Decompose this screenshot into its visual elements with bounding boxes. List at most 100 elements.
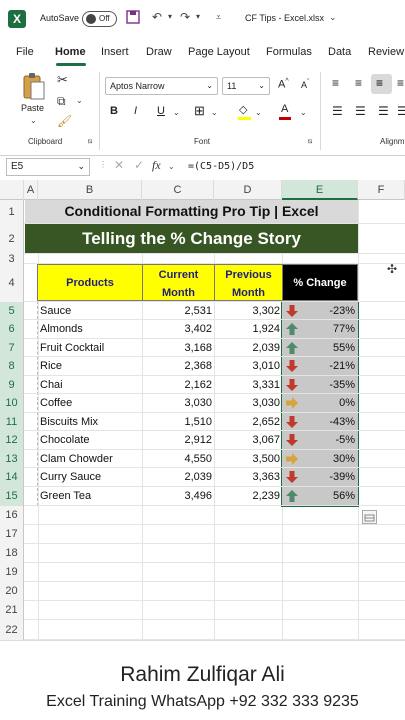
cell-current-month[interactable]: 3,168 (142, 339, 215, 357)
column-header-a[interactable]: A (24, 180, 38, 200)
font-name-box[interactable]: Aptos Narrow ⌄ (105, 77, 218, 95)
row-header[interactable]: 5 (0, 302, 24, 320)
cell-previous-month[interactable]: 3,010 (214, 357, 283, 375)
underline-button[interactable]: U (157, 105, 165, 117)
header-products[interactable]: Products (37, 264, 143, 301)
save-icon[interactable] (126, 10, 140, 27)
cell-current-month[interactable]: 3,402 (142, 320, 215, 338)
cell-percent-change[interactable]: -5% (282, 431, 358, 449)
cell-product[interactable]: Coffee (37, 394, 143, 412)
borders-dropdown-icon[interactable]: ⌄ (211, 108, 218, 117)
cell-current-month[interactable]: 2,912 (142, 431, 215, 449)
cell-current-month[interactable]: 2,039 (142, 468, 215, 486)
cell-previous-month[interactable]: 3,500 (214, 450, 283, 468)
row-header[interactable]: 3 (0, 254, 24, 265)
row-header[interactable]: 8 (0, 357, 24, 376)
justify-icon[interactable]: ☰ (397, 104, 405, 118)
align-middle-icon[interactable]: ≡ (355, 76, 362, 90)
row-header[interactable]: 13 (0, 450, 24, 468)
cell-product[interactable]: Biscuits Mix (37, 413, 143, 431)
sheet-subtitle[interactable]: Telling the % Change Story (25, 224, 358, 254)
font-color-dropdown-icon[interactable]: ⌄ (300, 108, 307, 117)
column-header-e[interactable]: E (282, 180, 358, 200)
cell-previous-month[interactable]: 3,302 (214, 302, 283, 320)
tab-page-layout[interactable]: Page Layout (188, 46, 250, 58)
decrease-font-icon[interactable]: Aˇ (301, 79, 309, 90)
customize-toolbar-icon[interactable]: ⩡ (216, 12, 221, 23)
cell-previous-month[interactable]: 3,067 (214, 431, 283, 449)
tab-file[interactable]: File (16, 46, 34, 58)
cell-percent-change[interactable]: 77% (282, 320, 358, 338)
row-header[interactable]: 18 (0, 544, 24, 563)
row-header[interactable]: 11 (0, 413, 24, 431)
cell-previous-month[interactable]: 2,239 (214, 487, 283, 505)
cell-current-month[interactable]: 4,550 (142, 450, 215, 468)
cell-percent-change[interactable]: -35% (282, 376, 358, 394)
redo-dropdown-icon[interactable]: ▾ (196, 12, 200, 21)
cell-previous-month[interactable]: 1,924 (214, 320, 283, 338)
align-right-icon[interactable]: ☰ (378, 104, 389, 118)
cell-previous-month[interactable]: 3,331 (214, 376, 283, 394)
row-header[interactable]: 10 (0, 394, 24, 413)
font-size-dropdown-icon[interactable]: ⌄ (258, 81, 265, 90)
font-name-dropdown-icon[interactable]: ⌄ (206, 81, 213, 90)
insert-function-icon[interactable]: fx (152, 158, 161, 173)
undo-dropdown-icon[interactable]: ▾ (168, 12, 172, 21)
fx-dropdown-icon[interactable]: ⌄ (168, 162, 175, 171)
row-header[interactable]: 16 (0, 506, 24, 525)
cell-product[interactable]: Chocolate (37, 431, 143, 449)
row-header[interactable]: 2 (0, 224, 24, 254)
redo-icon[interactable]: ↷ (180, 10, 190, 24)
column-header-b[interactable]: B (38, 180, 142, 200)
italic-button[interactable]: I (134, 105, 137, 117)
row-header[interactable]: 22 (0, 620, 24, 640)
column-header-f[interactable]: F (358, 180, 405, 200)
cell-percent-change[interactable]: 30% (282, 450, 358, 468)
format-painter-icon[interactable]: 🖌 (57, 114, 72, 128)
cut-icon[interactable]: ✂ (57, 72, 68, 88)
row-header[interactable]: 20 (0, 582, 24, 601)
cell-previous-month[interactable]: 3,363 (214, 468, 283, 486)
cell-previous-month[interactable]: 2,652 (214, 413, 283, 431)
name-box-dropdown-icon[interactable]: ⌄ (77, 161, 85, 172)
tab-insert[interactable]: Insert (101, 46, 129, 58)
document-chevron-icon[interactable]: ⌄ (329, 12, 337, 23)
cell-current-month[interactable]: 3,030 (142, 394, 215, 412)
paste-dropdown-icon[interactable]: ⌄ (30, 116, 37, 125)
underline-dropdown-icon[interactable]: ⌄ (173, 108, 180, 117)
cell-product[interactable]: Green Tea (37, 487, 143, 505)
tab-data[interactable]: Data (328, 46, 351, 58)
row-header[interactable]: 14 (0, 468, 24, 487)
paste-icon[interactable] (22, 72, 46, 107)
tab-home[interactable]: Home (55, 46, 86, 58)
cell-product[interactable]: Curry Sauce (37, 468, 143, 486)
cell-percent-change[interactable]: 56% (282, 487, 358, 505)
cell-percent-change[interactable]: -39% (282, 468, 358, 486)
cell-product[interactable]: Almonds (37, 320, 143, 338)
header-current-month[interactable]: Current Month (142, 264, 215, 301)
paste-label[interactable]: Paste (21, 103, 44, 113)
row-header[interactable]: 4 (0, 264, 24, 302)
header-previous-month[interactable]: Previous Month (214, 264, 283, 301)
cell-percent-change[interactable]: 55% (282, 339, 358, 357)
align-left-icon[interactable]: ☰ (332, 104, 343, 118)
align-bottom-button[interactable]: ≡ (371, 74, 392, 94)
column-header-c[interactable]: C (142, 180, 214, 200)
quick-analysis-icon[interactable] (362, 510, 377, 524)
undo-icon[interactable]: ↶ (152, 10, 162, 24)
row-header[interactable]: 12 (0, 431, 24, 450)
sheet-title[interactable]: Conditional Formatting Pro Tip | Excel (25, 200, 358, 223)
cell-product[interactable]: Chai (37, 376, 143, 394)
fill-color-icon[interactable]: ◇ (239, 103, 247, 116)
cell-previous-month[interactable]: 3,030 (214, 394, 283, 412)
column-header-d[interactable]: D (214, 180, 282, 200)
cell-current-month[interactable]: 3,496 (142, 487, 215, 505)
copy-icon[interactable]: ⧉ (57, 94, 66, 109)
enter-icon[interactable]: ✓ (134, 158, 144, 172)
row-header[interactable]: 15 (0, 487, 24, 506)
select-all-corner[interactable] (0, 180, 24, 200)
font-size-box[interactable]: 11 ⌄ (222, 77, 270, 95)
bold-button[interactable]: B (110, 105, 118, 117)
tab-review[interactable]: Review (368, 46, 404, 58)
cell-previous-month[interactable]: 2,039 (214, 339, 283, 357)
